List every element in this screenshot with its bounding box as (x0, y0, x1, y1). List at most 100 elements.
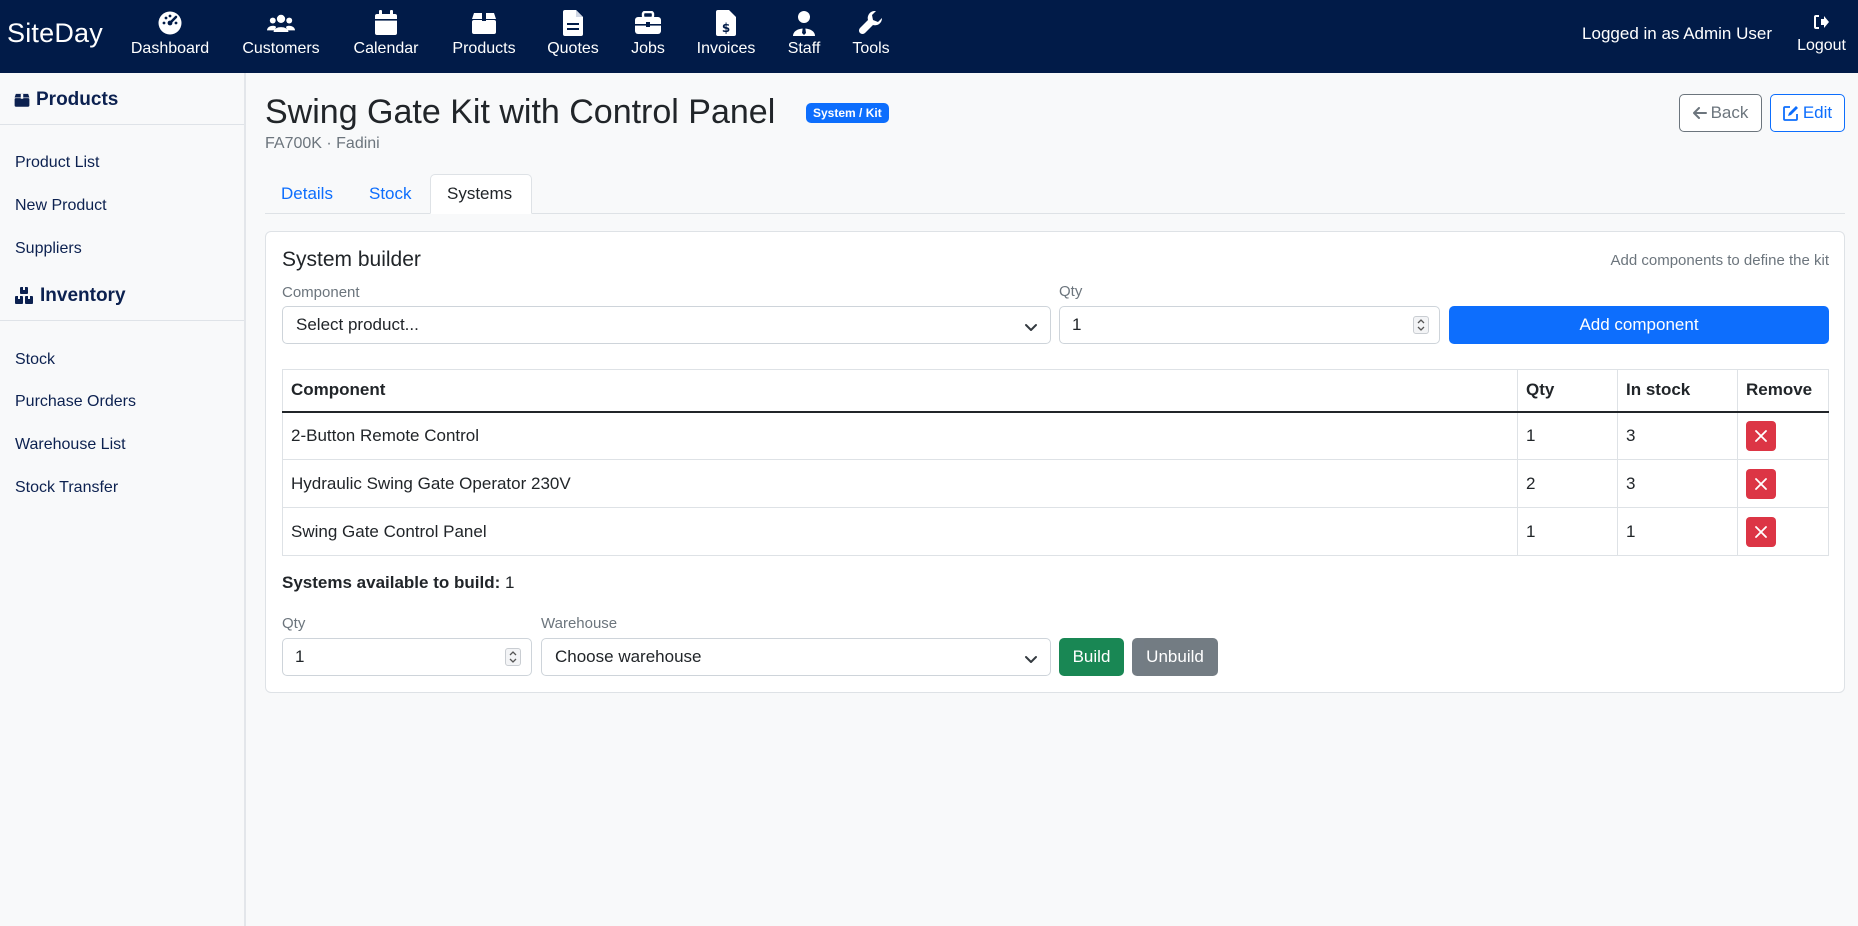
nav-invoices[interactable]: $ Invoices (696, 9, 756, 65)
edit-label: Edit (1802, 103, 1833, 122)
card-hint: Add components to define the kit (1610, 252, 1829, 269)
component-select-value: Select product... (296, 315, 419, 334)
edit-button[interactable]: Edit (1770, 94, 1845, 132)
column-header: Component (282, 369, 1518, 412)
dashboard-gauge-icon (156, 9, 184, 37)
sidebar-heading-inventory: Inventory (14, 285, 126, 307)
nav-label: Jobs (631, 40, 665, 57)
nav-calendar[interactable]: Calendar (352, 9, 420, 65)
nav-label: Calendar (353, 40, 419, 57)
tab-details[interactable]: Details (265, 174, 349, 214)
logout-link[interactable]: Logout (1797, 14, 1846, 55)
sidebar-item-new-product[interactable]: New Product (15, 197, 107, 215)
component-name: Swing Gate Control Panel (282, 507, 1518, 556)
nav-quotes[interactable]: Quotes (545, 9, 601, 65)
page-title: Swing Gate Kit with Control Panel (265, 93, 776, 131)
logout-label: Logout (1797, 37, 1846, 54)
sidebar-item-purchase-orders[interactable]: Purchase Orders (15, 393, 136, 411)
box-icon (470, 9, 498, 37)
nav-staff[interactable]: Staff (783, 9, 825, 65)
close-icon (1755, 525, 1767, 538)
briefcase-icon (634, 9, 662, 37)
close-icon (1755, 477, 1767, 490)
wrench-icon (857, 9, 885, 37)
svg-text:$: $ (722, 21, 730, 35)
qty-label: Qty (1059, 283, 1083, 300)
tab-stock[interactable]: Stock (353, 174, 428, 214)
sidebar-heading-label: Products (36, 89, 119, 110)
sidebar-divider (0, 124, 244, 125)
column-header: In stock (1617, 369, 1738, 412)
nav-label: Invoices (696, 40, 756, 57)
component-qty: 1 (1517, 411, 1618, 460)
document-icon (559, 9, 587, 37)
component-in-stock: 3 (1617, 459, 1738, 508)
nav-label: Dashboard (130, 40, 210, 57)
build-qty-label: Qty (282, 615, 306, 632)
type-badge: System / Kit (806, 103, 889, 123)
back-button[interactable]: Back (1679, 94, 1762, 132)
remove-button[interactable] (1746, 516, 1776, 547)
invoice-dollar-icon: $ (712, 9, 740, 37)
box-icon (14, 93, 30, 107)
nav-tools[interactable]: Tools (849, 9, 893, 65)
top-navbar: SiteDay Dashboard Customers Calendar Pro… (0, 0, 1858, 73)
warehouse-select[interactable]: Choose warehouse (541, 638, 1051, 676)
nav-label: Quotes (547, 40, 599, 57)
brand-logo[interactable]: SiteDay (7, 18, 103, 49)
component-name: 2-Button Remote Control (282, 411, 1518, 460)
spinner-icon[interactable] (1413, 316, 1429, 334)
system-builder-card: System builder Add components to define … (265, 231, 1845, 693)
unbuild-button[interactable]: Unbuild (1132, 638, 1218, 676)
chevron-down-icon (1024, 651, 1038, 671)
warehouse-label: Warehouse (541, 615, 618, 632)
boxes-icon (15, 287, 33, 304)
component-in-stock: 1 (1617, 507, 1738, 556)
component-label: Component (282, 284, 360, 301)
calendar-icon (372, 9, 400, 37)
nav-label: Customers (242, 40, 320, 57)
nav-customers[interactable]: Customers (241, 9, 321, 65)
build-qty-value: 1 (295, 647, 305, 666)
logged-in-user: Logged in as Admin User (1582, 24, 1772, 43)
nav-jobs[interactable]: Jobs (627, 9, 669, 65)
card-title: System builder (282, 248, 421, 271)
spinner-icon[interactable] (505, 648, 521, 666)
component-qty: 1 (1517, 507, 1618, 556)
logout-icon (1813, 14, 1830, 34)
user-tie-icon (790, 9, 818, 37)
nav-products[interactable]: Products (451, 9, 517, 65)
component-qty: 2 (1517, 459, 1618, 508)
chevron-down-icon (1024, 319, 1038, 339)
table-row: 2-Button Remote Control 1 3 (282, 411, 1829, 460)
warehouse-select-value: Choose warehouse (555, 647, 702, 666)
remove-button[interactable] (1746, 420, 1776, 451)
tab-systems[interactable]: Systems (430, 174, 532, 214)
sidebar-item-stock[interactable]: Stock (15, 351, 55, 369)
nav-label: Tools (852, 40, 890, 57)
sidebar-heading-label: Inventory (40, 285, 126, 306)
sidebar-item-stock-transfer[interactable]: Stock Transfer (15, 479, 118, 497)
close-icon (1755, 429, 1767, 442)
sidebar-item-product-list[interactable]: Product List (15, 154, 99, 172)
component-name: Hydraulic Swing Gate Operator 230V (282, 459, 1518, 508)
component-qty-input[interactable]: 1 (1059, 306, 1440, 344)
product-subtitle: FA700K · Fadini (265, 135, 380, 152)
systems-available-value: 1 (504, 573, 515, 592)
components-table: Component Qty In stock Remove 2-Button R… (282, 369, 1829, 556)
nav-label: Products (452, 40, 516, 57)
build-qty-input[interactable]: 1 (282, 638, 532, 676)
remove-button[interactable] (1746, 468, 1776, 499)
sidebar-item-warehouse-list[interactable]: Warehouse List (15, 436, 126, 454)
build-button[interactable]: Build (1059, 638, 1124, 676)
component-select[interactable]: Select product... (282, 306, 1051, 344)
sidebar-item-suppliers[interactable]: Suppliers (15, 240, 82, 258)
back-label: Back (1710, 103, 1749, 122)
table-row: Swing Gate Control Panel 1 1 (282, 507, 1829, 556)
arrow-left-icon (1692, 107, 1707, 119)
add-component-button[interactable]: Add component (1449, 306, 1829, 344)
nav-dashboard[interactable]: Dashboard (129, 9, 211, 65)
systems-available: Systems available to build: 1 (282, 573, 514, 593)
systems-available-label: Systems available to build: (282, 573, 501, 592)
column-header: Remove (1737, 369, 1829, 412)
